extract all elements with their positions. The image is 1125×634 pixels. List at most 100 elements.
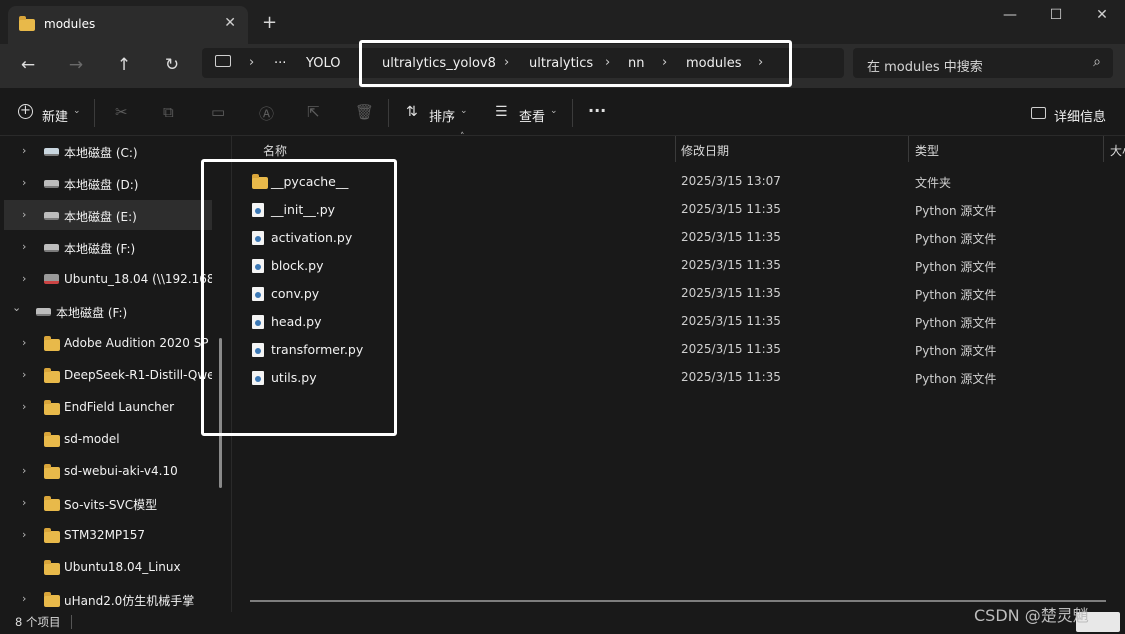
breadcrumb-more[interactable]: ···: [274, 56, 286, 71]
drive-icon: [44, 148, 59, 156]
view-icon: ☰: [495, 104, 508, 120]
sidebar-item-folder[interactable]: › EndField Launcher: [4, 392, 212, 422]
sidebar-item-folder[interactable]: sd-model: [4, 424, 212, 454]
chevron-right-icon[interactable]: ›: [22, 592, 26, 605]
column-divider[interactable]: [1103, 136, 1104, 162]
folder-icon: [44, 592, 60, 607]
sidebar-item-drive-f[interactable]: › 本地磁盘 (F:): [4, 232, 212, 262]
view-button[interactable]: 查看: [519, 106, 545, 125]
up-button[interactable]: ↑: [110, 52, 138, 80]
breadcrumb-yolo[interactable]: YOLO: [306, 56, 340, 71]
sort-up-icon: ˄: [460, 132, 465, 142]
file-type: Python 源文件: [915, 204, 997, 218]
sidebar-item-folder[interactable]: › DeepSeek-R1-Distill-Qwen: [4, 360, 212, 390]
refresh-button[interactable]: ↻: [158, 52, 186, 80]
chevron-right-icon[interactable]: ›: [22, 464, 26, 477]
tab-title: modules: [44, 17, 96, 31]
file-date: 2025/3/15 11:35: [681, 202, 781, 216]
sidebar-item-label: So-vits-SVC模型: [64, 498, 158, 512]
back-button[interactable]: ←: [14, 52, 42, 80]
sidebar-item-label: DeepSeek-R1-Distill-Qwen: [64, 368, 212, 382]
navigation-pane: › 本地磁盘 (C:) › 本地磁盘 (D:) › 本地磁盘 (E:) › 本地…: [0, 136, 231, 612]
sidebar-item-folder[interactable]: › uHand2.0仿生机械手掌: [4, 584, 212, 614]
sidebar-item-folder[interactable]: Ubuntu18.04_Linux: [4, 552, 212, 582]
chevron-right-icon[interactable]: ›: [22, 208, 26, 221]
close-button[interactable]: ✕: [1079, 0, 1125, 32]
file-date: 2025/3/15 11:35: [681, 342, 781, 356]
sidebar-item-network-ubuntu[interactable]: › Ubuntu_18.04 (\\192.168.3: [4, 264, 212, 294]
file-type: Python 源文件: [915, 260, 997, 274]
file-date: 2025/3/15 11:35: [681, 258, 781, 272]
sort-button[interactable]: 排序: [429, 106, 455, 125]
folder-icon: [44, 528, 60, 543]
search-icon: ⌕: [1093, 54, 1101, 70]
tab-close-button[interactable]: ✕: [224, 15, 236, 31]
column-divider[interactable]: [908, 136, 909, 162]
cut-icon[interactable]: ✂: [115, 103, 128, 121]
file-type: Python 源文件: [915, 372, 997, 386]
copy-icon[interactable]: ⧉: [163, 103, 174, 121]
folder-icon: [44, 400, 60, 415]
sidebar-item-drive-e[interactable]: › 本地磁盘 (E:): [4, 200, 212, 230]
chevron-right-icon[interactable]: ›: [22, 272, 26, 285]
folder-icon: [19, 16, 35, 31]
sidebar-item-drive-d[interactable]: › 本地磁盘 (D:): [4, 168, 212, 198]
sidebar-item-label: sd-model: [64, 432, 120, 446]
chevron-down-icon: ⌄: [460, 106, 468, 116]
file-date: 2025/3/15 11:35: [681, 314, 781, 328]
sidebar-item-label: STM32MP157: [64, 528, 146, 542]
sidebar-item-drive-f-expanded[interactable]: ⌄ 本地磁盘 (F:): [4, 296, 212, 326]
chevron-right-icon[interactable]: ›: [22, 528, 26, 541]
computer-icon[interactable]: [215, 55, 231, 67]
share-icon[interactable]: ⇱: [307, 103, 320, 121]
sort-icon: ⇅: [406, 104, 418, 120]
column-divider[interactable]: [675, 136, 676, 162]
breadcrumb-separator: ›: [249, 55, 255, 70]
minimize-button[interactable]: —: [987, 0, 1033, 32]
chevron-right-icon[interactable]: ›: [22, 176, 26, 189]
column-header-size[interactable]: 大小: [1110, 142, 1125, 159]
details-button[interactable]: 详细信息: [1054, 106, 1106, 125]
details-pane-icon: [1031, 107, 1046, 119]
search-box[interactable]: 在 modules 中搜索 ⌕: [853, 48, 1113, 78]
column-header-date[interactable]: 修改日期: [681, 142, 729, 159]
forward-button[interactable]: →: [62, 52, 90, 80]
chevron-right-icon[interactable]: ›: [22, 368, 26, 381]
chevron-down-icon[interactable]: ⌄: [12, 301, 21, 314]
column-header-type[interactable]: 类型: [915, 142, 939, 159]
drive-icon: [44, 212, 59, 220]
drive-icon: [44, 180, 59, 188]
chevron-right-icon[interactable]: ›: [22, 240, 26, 253]
toolbar-divider: [388, 99, 389, 127]
sidebar-item-folder[interactable]: › sd-webui-aki-v4.10: [4, 456, 212, 486]
sidebar-item-folder[interactable]: › Adobe Audition 2020 SP: [4, 328, 212, 358]
chevron-right-icon[interactable]: ›: [22, 400, 26, 413]
new-button[interactable]: 新建: [42, 106, 68, 125]
maximize-button[interactable]: ☐: [1033, 0, 1079, 32]
chevron-right-icon[interactable]: ›: [22, 144, 26, 157]
chevron-right-icon[interactable]: ›: [22, 336, 26, 349]
folder-icon: [44, 496, 60, 511]
rename-icon[interactable]: Ⓐ: [259, 103, 274, 124]
search-placeholder: 在 modules 中搜索: [867, 60, 983, 75]
chevron-down-icon: ⌄: [550, 106, 558, 116]
tab-modules[interactable]: modules ✕: [8, 6, 248, 44]
sidebar-item-label: 本地磁盘 (D:): [64, 178, 139, 192]
more-options-button[interactable]: ···: [588, 101, 606, 120]
column-header-name[interactable]: 名称: [263, 142, 287, 159]
sidebar-item-folder[interactable]: › STM32MP157: [4, 520, 212, 550]
chevron-right-icon[interactable]: ›: [22, 496, 26, 509]
sidebar-item-drive-c[interactable]: › 本地磁盘 (C:): [4, 136, 212, 166]
sidebar-item-label: 本地磁盘 (E:): [64, 210, 137, 224]
item-count: 8 个项目: [15, 615, 61, 629]
new-tab-button[interactable]: +: [262, 12, 277, 33]
chevron-down-icon: ⌄: [73, 106, 81, 116]
annotation-highlight-box: [201, 159, 397, 436]
paste-icon[interactable]: ▭: [211, 103, 225, 121]
sidebar-item-label: Ubuntu_18.04 (\\192.168.3: [64, 272, 212, 286]
sidebar-item-label: 本地磁盘 (F:): [64, 242, 136, 256]
sidebar-item-label: EndField Launcher: [64, 400, 175, 414]
sidebar-item-folder[interactable]: › So-vits-SVC模型: [4, 488, 212, 518]
delete-icon[interactable]: 🗑: [355, 103, 374, 121]
file-date: 2025/3/15 11:35: [681, 286, 781, 300]
